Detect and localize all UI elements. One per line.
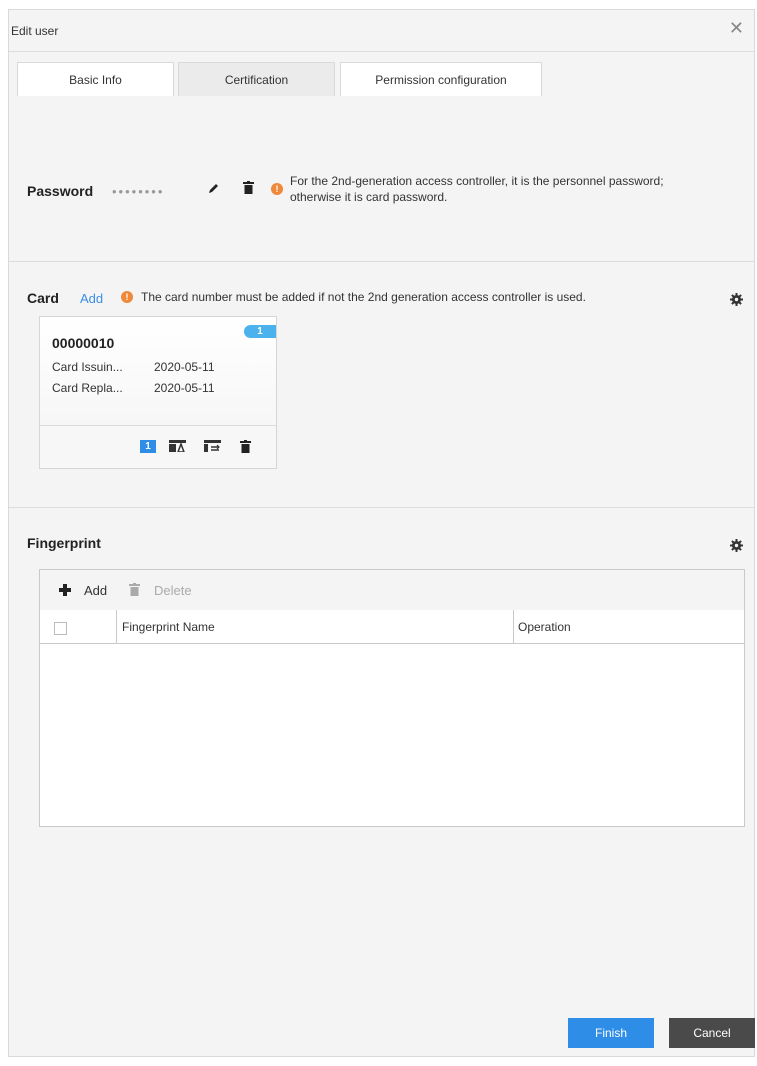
column-divider	[513, 610, 514, 643]
edit-user-dialog: Edit user ✕ Basic Info Certification Per…	[8, 9, 755, 1057]
card-settings-gear-icon[interactable]	[729, 292, 743, 306]
fingerprint-label: Fingerprint	[27, 535, 101, 551]
add-card-link[interactable]: Add	[80, 291, 103, 306]
card-warning-icon: !	[121, 291, 133, 303]
add-fingerprint-button[interactable]: Add	[84, 583, 107, 598]
card-item[interactable]: 1 00000010 Card Issuin... 2020-05-11 Card…	[39, 316, 277, 469]
fingerprint-settings-gear-icon[interactable]	[729, 538, 743, 552]
delete-icon[interactable]	[128, 582, 141, 596]
edit-password-icon[interactable]	[207, 181, 221, 195]
close-icon[interactable]: ✕	[729, 19, 744, 37]
column-divider	[116, 610, 117, 643]
card-actions: 1	[40, 425, 276, 468]
cancel-button[interactable]: Cancel	[669, 1018, 755, 1048]
add-icon[interactable]	[58, 583, 71, 596]
card-index-badge: 1	[244, 325, 276, 338]
divider	[9, 507, 754, 508]
fingerprint-toolbar: Add Delete	[40, 570, 744, 611]
card-note: The card number must be added if not the…	[141, 290, 586, 304]
card-issuing-label: Card Issuin...	[52, 360, 123, 374]
fingerprint-table: Add Delete Fingerprint Name Operation	[39, 569, 745, 827]
card-label: Card	[27, 290, 59, 306]
card-replace-row: Card Repla... 2020-05-11	[52, 381, 215, 395]
delete-card-icon[interactable]	[238, 439, 252, 453]
divider	[9, 261, 754, 262]
tab-certification[interactable]: Certification	[178, 62, 335, 96]
column-fingerprint-name[interactable]: Fingerprint Name	[122, 620, 215, 634]
card-loss-icon[interactable]	[168, 439, 186, 453]
tab-permission-configuration[interactable]: Permission configuration	[340, 62, 542, 96]
card-replace-label: Card Repla...	[52, 381, 123, 395]
password-masked-value: ••••••••	[112, 184, 165, 199]
column-operation[interactable]: Operation	[518, 620, 571, 634]
dialog-title: Edit user	[11, 24, 59, 38]
password-note-line2: otherwise it is card password.	[290, 190, 448, 204]
card-replace-date: 2020-05-11	[154, 381, 215, 395]
delete-password-icon[interactable]	[241, 180, 255, 194]
fingerprint-table-header: Fingerprint Name Operation	[40, 610, 744, 644]
dialog-titlebar: Edit user ✕	[9, 10, 754, 52]
card-replace-icon[interactable]	[203, 439, 221, 453]
password-note-line1: For the 2nd-generation access controller…	[290, 174, 664, 188]
main-card-icon[interactable]: 1	[140, 440, 156, 453]
delete-fingerprint-button[interactable]: Delete	[154, 583, 192, 598]
finish-button[interactable]: Finish	[568, 1018, 654, 1048]
card-issuing-row: Card Issuin... 2020-05-11	[52, 360, 215, 374]
tab-basic-info[interactable]: Basic Info	[17, 62, 174, 96]
password-warning-icon: !	[271, 183, 283, 195]
select-all-checkbox[interactable]	[54, 622, 67, 635]
card-issuing-date: 2020-05-11	[154, 360, 215, 374]
card-number: 00000010	[52, 335, 115, 351]
password-label: Password	[27, 183, 94, 199]
